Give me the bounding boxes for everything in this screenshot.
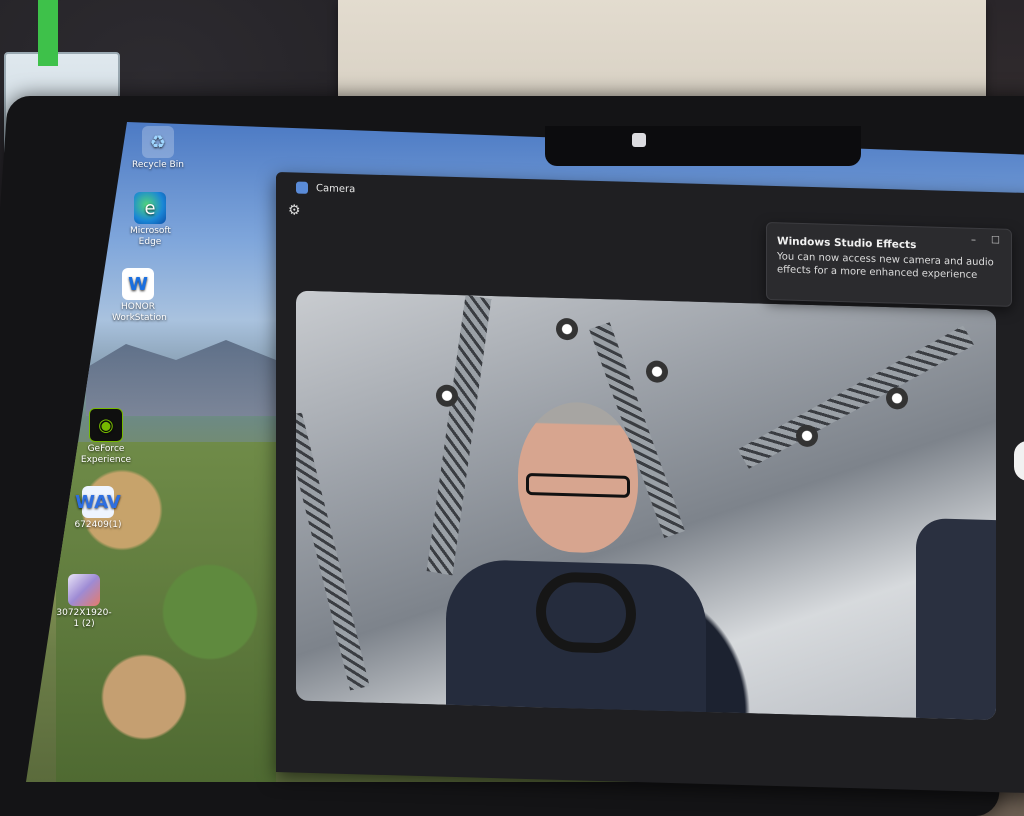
minimize-icon[interactable]: – xyxy=(971,235,981,246)
desktop-icon-label: GeForce Experience xyxy=(80,444,132,465)
desktop-icon-recycle-bin[interactable]: ♻ Recycle Bin xyxy=(118,126,198,171)
camera-title-bar: Camera xyxy=(296,181,356,196)
desktop-icon-label: HONOR WorkStation xyxy=(112,302,167,323)
notification-body: You can now access new camera and audio … xyxy=(777,251,994,281)
lanyard-clip xyxy=(38,0,58,66)
webcam-lens xyxy=(632,133,646,147)
settings-gear-icon[interactable]: ⚙ xyxy=(288,202,306,221)
notification-title: Windows Studio Effects xyxy=(777,235,917,252)
person-glasses xyxy=(526,472,630,498)
person-in-frame xyxy=(446,399,706,721)
recycle-bin-icon: ♻ xyxy=(142,126,174,158)
studio-effects-notification[interactable]: Windows Studio Effects You can now acces… xyxy=(766,222,1012,307)
desktop-icon-label: Microsoft Edge xyxy=(130,226,171,247)
honor-workstation-icon: W xyxy=(122,268,154,300)
ceiling-truss xyxy=(296,412,370,691)
webcam-notch xyxy=(545,126,861,166)
person-headphones xyxy=(536,571,636,655)
stage-light xyxy=(796,424,818,448)
wallpaper-hills xyxy=(86,340,286,416)
camera-window-title: Camera xyxy=(316,182,356,195)
bystander xyxy=(916,517,996,721)
maximize-icon[interactable]: ☐ xyxy=(991,235,1001,246)
stage-light xyxy=(886,387,908,410)
desktop-icon-label: Recycle Bin xyxy=(132,160,184,170)
edge-icon: e xyxy=(134,192,166,224)
desktop-icon-honor-workstation[interactable]: W HONOR WorkStation xyxy=(98,268,178,324)
image-file-icon xyxy=(68,574,100,606)
ceiling-truss xyxy=(737,325,975,469)
shutter-button[interactable] xyxy=(1014,440,1024,482)
stage-light xyxy=(646,360,668,383)
desktop-icon-edge[interactable]: e Microsoft Edge xyxy=(110,192,190,248)
wav-file-icon: WAV xyxy=(75,486,121,518)
stage-light xyxy=(556,317,578,341)
nvidia-icon: ◉ xyxy=(89,408,123,442)
camera-app-icon xyxy=(296,181,308,194)
desktop-icon-label: 3072X1920-1 (2) xyxy=(56,608,112,629)
desktop-icon-label: 672409(1) xyxy=(74,520,122,530)
camera-viewfinder xyxy=(296,290,996,721)
